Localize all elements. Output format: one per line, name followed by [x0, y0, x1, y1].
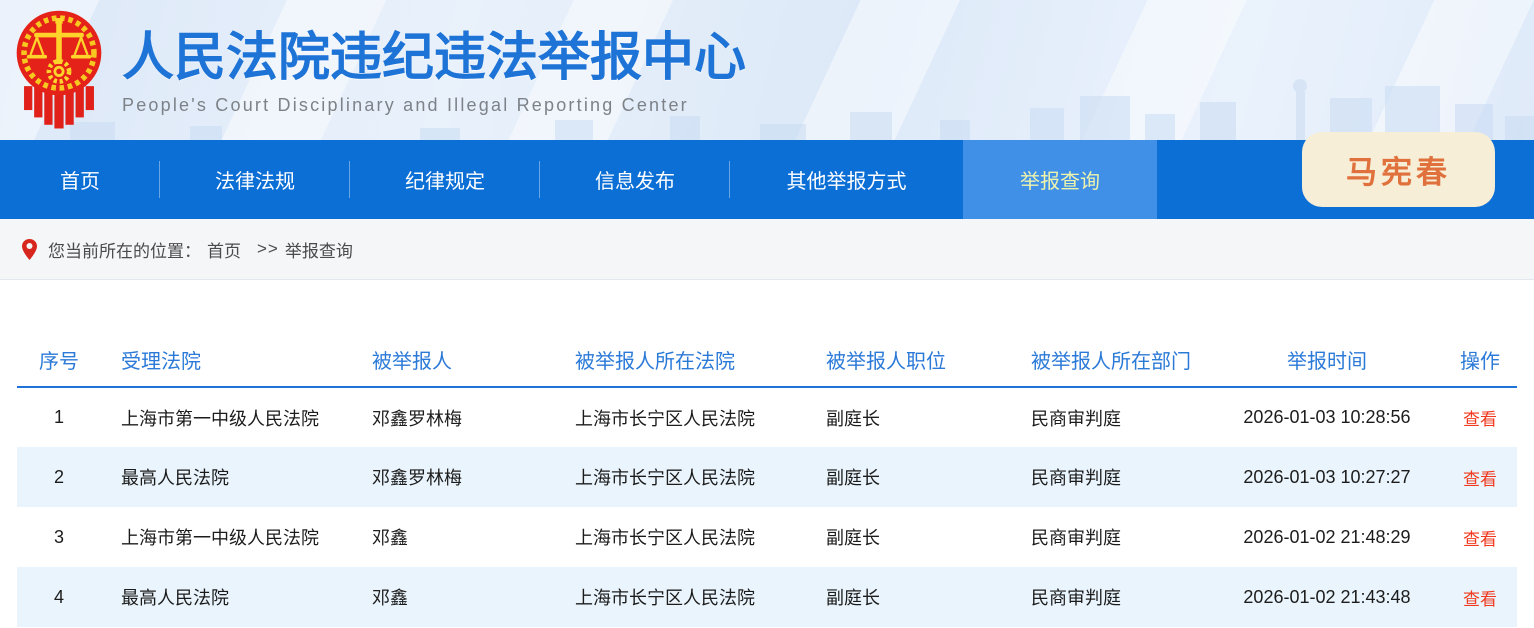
cell-position: 副庭长: [806, 447, 1011, 507]
report-query-results: 序号 受理法院 被举报人 被举报人所在法院 被举报人职位 被举报人所在部门 举报…: [17, 333, 1517, 627]
cell-index: 1: [17, 387, 101, 447]
col-header-reported-person: 被举报人: [352, 333, 555, 387]
cell-position: 副庭长: [806, 567, 1011, 627]
view-link[interactable]: 查看: [1463, 410, 1497, 429]
cell-reported-court: 上海市长宁区人民法院: [555, 567, 806, 627]
cell-report-time: 2026-01-02 21:48:29: [1211, 507, 1443, 567]
nav-item-discipline-rules[interactable]: 纪律规定: [350, 140, 540, 219]
site-header: 人民法院违纪违法举报中心 People's Court Disciplinary…: [0, 0, 1534, 140]
cell-department: 民商审判庭: [1011, 447, 1211, 507]
breadcrumb-current[interactable]: 举报查询: [285, 237, 353, 262]
breadcrumb-home-link[interactable]: 首页: [207, 237, 241, 262]
site-subtitle: People's Court Disciplinary and Illegal …: [122, 95, 746, 116]
cell-report-time: 2026-01-03 10:27:27: [1211, 447, 1443, 507]
nav-item-laws[interactable]: 法律法规: [160, 140, 350, 219]
col-header-reported-court: 被举报人所在法院: [555, 333, 806, 387]
cell-department: 民商审判庭: [1011, 567, 1211, 627]
view-link[interactable]: 查看: [1463, 470, 1497, 489]
cell-reported-person: 邓鑫罗林梅: [352, 447, 555, 507]
main-nav: 首页 法律法规 纪律规定 信息发布 其他举报方式 举报查询 马宪春: [0, 140, 1534, 219]
court-emblem-logo: [13, 8, 105, 133]
col-header-department: 被举报人所在部门: [1011, 333, 1211, 387]
cell-reported-court: 上海市长宁区人民法院: [555, 447, 806, 507]
cell-department: 民商审判庭: [1011, 507, 1211, 567]
cell-reported-court: 上海市长宁区人民法院: [555, 507, 806, 567]
nav-item-info-release[interactable]: 信息发布: [540, 140, 730, 219]
nav-item-home[interactable]: 首页: [0, 140, 160, 219]
cell-reported-person: 邓鑫: [352, 567, 555, 627]
cell-reported-court: 上海市长宁区人民法院: [555, 387, 806, 447]
cell-position: 副庭长: [806, 387, 1011, 447]
cell-reported-person: 邓鑫: [352, 507, 555, 567]
location-pin-icon: [22, 239, 37, 260]
col-header-accepting-court: 受理法院: [101, 333, 352, 387]
table-header-row: 序号 受理法院 被举报人 被举报人所在法院 被举报人职位 被举报人所在部门 举报…: [17, 333, 1517, 387]
cell-accepting-court: 最高人民法院: [101, 567, 352, 627]
col-header-index: 序号: [17, 333, 101, 387]
col-header-position: 被举报人职位: [806, 333, 1011, 387]
breadcrumb-separator: >>: [257, 239, 279, 259]
user-badge[interactable]: 马宪春: [1302, 132, 1495, 207]
cell-accepting-court: 上海市第一中级人民法院: [101, 507, 352, 567]
col-header-action: 操作: [1443, 333, 1517, 387]
view-link[interactable]: 查看: [1463, 590, 1497, 609]
breadcrumb: 您当前所在的位置： 首页 >> 举报查询: [0, 219, 1534, 280]
brand: 人民法院违纪违法举报中心 People's Court Disciplinary…: [13, 8, 746, 133]
site-title: 人民法院违纪违法举报中心: [122, 30, 746, 87]
view-link[interactable]: 查看: [1463, 530, 1497, 549]
cell-position: 副庭长: [806, 507, 1011, 567]
page: 人民法院违纪违法举报中心 People's Court Disciplinary…: [0, 0, 1534, 628]
cell-department: 民商审判庭: [1011, 387, 1211, 447]
cell-index: 4: [17, 567, 101, 627]
breadcrumb-prefix: 您当前所在的位置：: [48, 237, 201, 262]
table-row: 2 最高人民法院 邓鑫罗林梅 上海市长宁区人民法院 副庭长 民商审判庭 2026…: [17, 447, 1517, 507]
nav-item-report-query[interactable]: 举报查询: [963, 140, 1157, 219]
cell-report-time: 2026-01-02 21:43:48: [1211, 567, 1443, 627]
report-table: 序号 受理法院 被举报人 被举报人所在法院 被举报人职位 被举报人所在部门 举报…: [17, 333, 1517, 627]
col-header-report-time: 举报时间: [1211, 333, 1443, 387]
cell-reported-person: 邓鑫罗林梅: [352, 387, 555, 447]
cell-report-time: 2026-01-03 10:28:56: [1211, 387, 1443, 447]
cell-index: 3: [17, 507, 101, 567]
table-row: 3 上海市第一中级人民法院 邓鑫 上海市长宁区人民法院 副庭长 民商审判庭 20…: [17, 507, 1517, 567]
table-row: 4 最高人民法院 邓鑫 上海市长宁区人民法院 副庭长 民商审判庭 2026-01…: [17, 567, 1517, 627]
table-row: 1 上海市第一中级人民法院 邓鑫罗林梅 上海市长宁区人民法院 副庭长 民商审判庭…: [17, 387, 1517, 447]
cell-index: 2: [17, 447, 101, 507]
nav-item-other-report-methods[interactable]: 其他举报方式: [730, 140, 963, 219]
cell-accepting-court: 最高人民法院: [101, 447, 352, 507]
cell-accepting-court: 上海市第一中级人民法院: [101, 387, 352, 447]
